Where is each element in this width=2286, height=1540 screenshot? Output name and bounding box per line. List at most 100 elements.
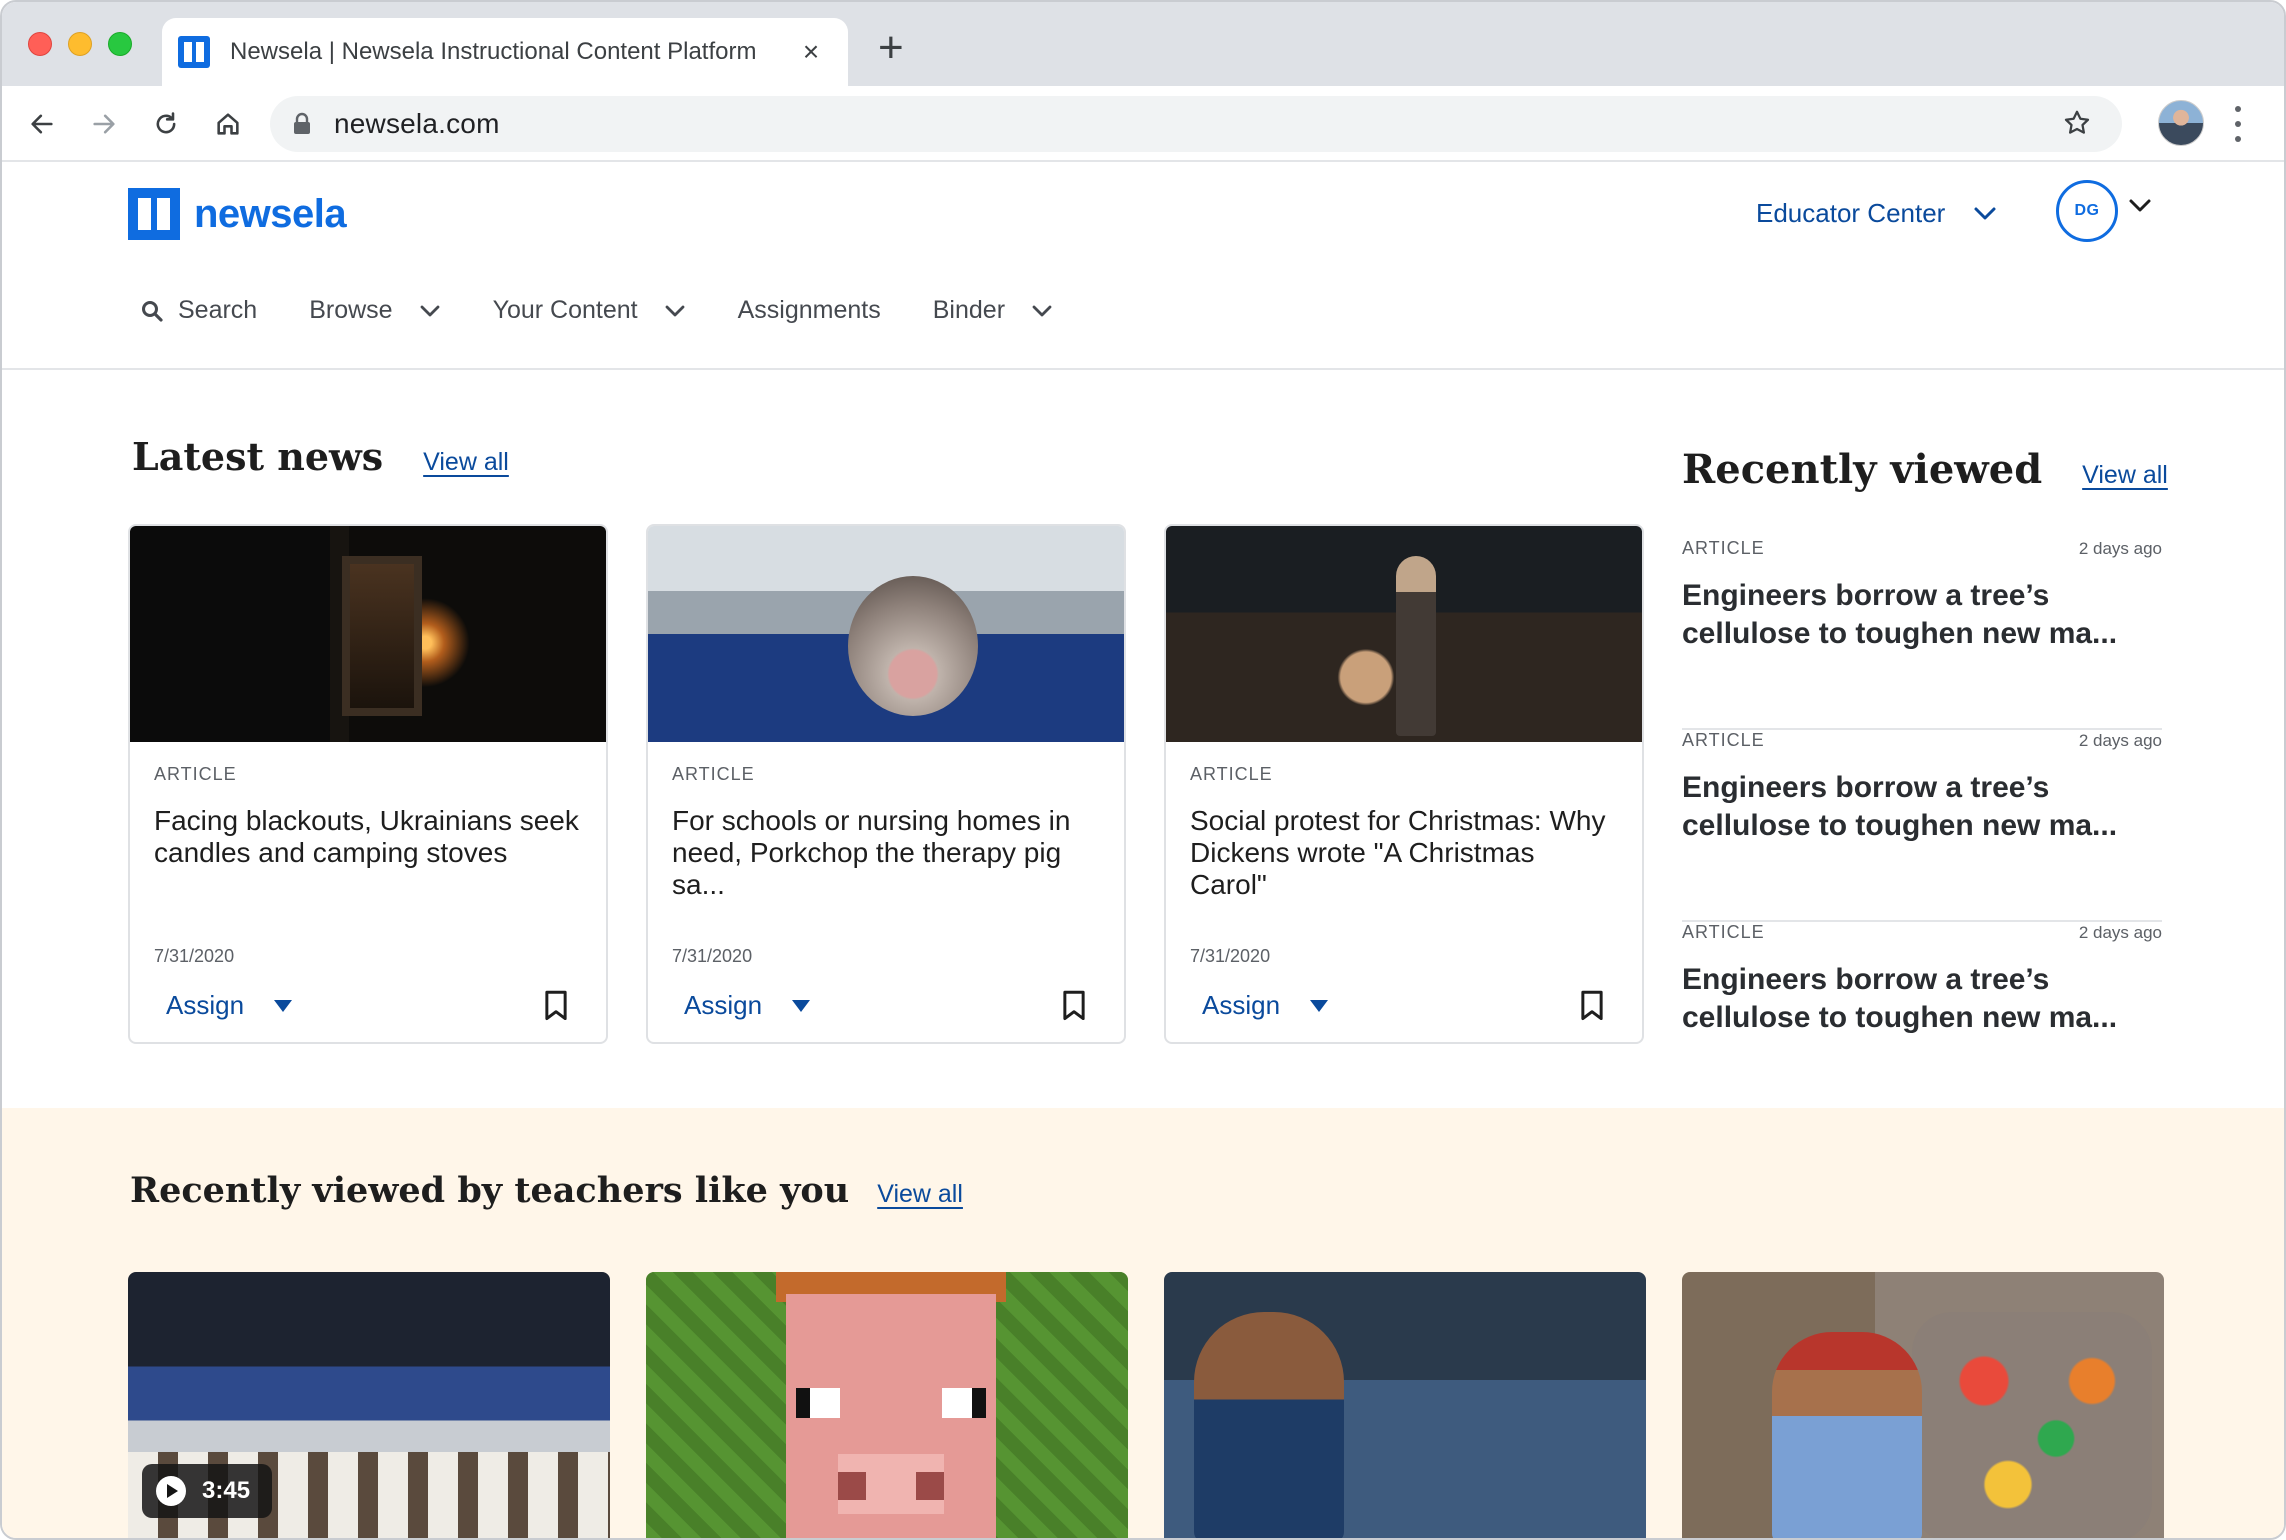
logo-text: newsela — [194, 191, 347, 236]
recently-viewed-header: Recently viewed View all — [1682, 446, 2168, 493]
recently-viewed-title-text[interactable]: Engineers borrow a tree’s cellulose to t… — [1682, 961, 2162, 1037]
viewed-time: 2 days ago — [2078, 539, 2162, 558]
nav-binder[interactable]: Binder — [933, 296, 1053, 325]
article-date: 7/31/2020 — [154, 946, 235, 966]
newsela-favicon-icon — [178, 36, 210, 68]
bookmark-icon[interactable] — [1578, 990, 1606, 1022]
content-thumbnail[interactable] — [646, 1272, 1128, 1538]
recently-viewed-view-all-link[interactable]: View all — [2082, 461, 2168, 490]
teachers-header: Recently viewed by teachers like you Vie… — [130, 1170, 963, 1211]
chevron-down-icon — [420, 305, 439, 316]
site-header: newsela Educator Center DG Search Browse… — [2, 162, 2284, 370]
recently-viewed-item[interactable]: ARTICLE 2 days ago Engineers borrow a tr… — [1682, 730, 2162, 922]
assign-label: Assign — [1202, 990, 1281, 1020]
nav-browse[interactable]: Browse — [309, 296, 440, 325]
video-duration-badge: 3:45 — [142, 1464, 272, 1518]
assign-button[interactable]: Assign — [166, 990, 293, 1021]
search-icon — [142, 300, 163, 322]
teachers-title: Recently viewed by teachers like you — [130, 1170, 850, 1211]
url-text: newsela.com — [334, 108, 500, 139]
article-title[interactable]: For schools or nursing homes in need, Po… — [672, 805, 1100, 905]
address-bar[interactable]: newsela.com — [270, 96, 2122, 152]
tab-title: Newsela | Newsela Instructional Content … — [230, 38, 757, 65]
latest-news-view-all-link[interactable]: View all — [423, 448, 509, 477]
article-card[interactable]: ARTICLE For schools or nursing homes in … — [646, 524, 1126, 1044]
chevron-down-icon — [1032, 305, 1052, 316]
main-nav: Search Browse Your Content Assignments B… — [140, 296, 1105, 325]
recently-viewed-item[interactable]: ARTICLE 2 days ago Engineers borrow a tr… — [1682, 922, 2162, 1114]
content-type-label: ARTICLE — [1682, 538, 1765, 558]
maximize-window-button[interactable] — [108, 32, 132, 56]
newsela-logo[interactable]: newsela — [128, 188, 347, 240]
article-date: 7/31/2020 — [1190, 946, 1271, 966]
caret-down-icon — [274, 999, 293, 1012]
educator-center-menu[interactable]: Educator Center — [1756, 198, 1997, 229]
caret-down-icon — [1310, 999, 1329, 1012]
tab-strip: Newsela | Newsela Instructional Content … — [2, 2, 2284, 86]
article-title[interactable]: Facing blackouts, Ukrainians seek candle… — [154, 805, 582, 905]
reload-icon[interactable] — [144, 102, 188, 146]
content-type-label: ARTICLE — [1682, 730, 1765, 750]
home-icon[interactable] — [206, 102, 250, 146]
browser-menu-icon[interactable] — [2234, 106, 2242, 142]
content-thumbnail-video[interactable]: 3:45 — [128, 1272, 610, 1538]
minimize-window-button[interactable] — [68, 32, 92, 56]
content-type-label: ARTICLE — [672, 764, 755, 784]
back-arrow-icon[interactable] — [20, 102, 64, 146]
new-tab-plus-icon[interactable]: + — [878, 26, 904, 70]
viewed-time: 2 days ago — [2078, 923, 2162, 942]
bookmark-star-icon[interactable] — [2062, 108, 2092, 143]
content-thumbnail[interactable] — [1682, 1272, 2164, 1538]
assign-button[interactable]: Assign — [684, 990, 811, 1021]
latest-news-title: Latest news — [132, 434, 384, 479]
nav-browse-label: Browse — [309, 296, 393, 324]
article-card[interactable]: ARTICLE Facing blackouts, Ukrainians see… — [128, 524, 608, 1044]
content-type-label: ARTICLE — [1190, 764, 1273, 784]
nav-assignments[interactable]: Assignments — [738, 296, 881, 325]
chevron-down-icon[interactable] — [2128, 198, 2152, 214]
content-type-label: ARTICLE — [1682, 922, 1765, 942]
article-date: 7/31/2020 — [672, 946, 753, 966]
video-duration: 3:45 — [202, 1477, 251, 1504]
chevron-down-icon — [1974, 207, 1996, 219]
content-thumbnail[interactable] — [1164, 1272, 1646, 1538]
recently-viewed-item[interactable]: ARTICLE 2 days ago Engineers borrow a tr… — [1682, 538, 2162, 730]
nav-search-label: Search — [178, 296, 258, 324]
chevron-down-icon — [665, 305, 685, 316]
content-type-label: ARTICLE — [154, 764, 237, 784]
lock-icon — [294, 112, 310, 134]
browser-toolbar: newsela.com — [2, 86, 2284, 162]
educator-center-label: Educator Center — [1756, 198, 1946, 228]
nav-binder-label: Binder — [932, 296, 1006, 324]
newsela-logo-icon — [128, 188, 180, 240]
recently-viewed-title-text[interactable]: Engineers borrow a tree’s cellulose to t… — [1682, 769, 2162, 845]
bookmark-icon[interactable] — [1060, 990, 1088, 1022]
viewed-time: 2 days ago — [2078, 731, 2162, 750]
recently-viewed-title: Recently viewed — [1682, 446, 2043, 493]
caret-down-icon — [792, 999, 811, 1012]
teachers-view-all-link[interactable]: View all — [877, 1180, 963, 1209]
browser-tab-active[interactable]: Newsela | Newsela Instructional Content … — [162, 18, 848, 86]
browser-window: Newsela | Newsela Instructional Content … — [0, 0, 2286, 1540]
latest-news-header: Latest news View all — [132, 434, 509, 479]
assign-button[interactable]: Assign — [1202, 990, 1329, 1021]
article-title[interactable]: Social protest for Christmas: Why Dicken… — [1190, 805, 1618, 905]
article-card[interactable]: ARTICLE Social protest for Christmas: Wh… — [1164, 524, 1644, 1044]
tab-close-icon[interactable]: × — [796, 36, 826, 68]
user-avatar[interactable]: DG — [2056, 180, 2118, 242]
nav-assignments-label: Assignments — [737, 296, 881, 324]
bookmark-icon[interactable] — [542, 990, 570, 1022]
close-window-button[interactable] — [28, 32, 52, 56]
article-image — [1166, 526, 1642, 742]
assign-label: Assign — [684, 990, 763, 1020]
forward-arrow-icon[interactable] — [82, 102, 126, 146]
play-icon — [156, 1476, 186, 1506]
teachers-like-you-section: Recently viewed by teachers like you Vie… — [2, 1108, 2284, 1538]
assign-label: Assign — [166, 990, 245, 1020]
recently-viewed-title-text[interactable]: Engineers borrow a tree’s cellulose to t… — [1682, 577, 2162, 653]
browser-profile-avatar[interactable] — [2158, 100, 2204, 146]
article-image — [648, 526, 1124, 742]
nav-search[interactable]: Search — [140, 296, 257, 325]
nav-your-content[interactable]: Your Content — [493, 296, 686, 325]
article-image — [130, 526, 606, 742]
